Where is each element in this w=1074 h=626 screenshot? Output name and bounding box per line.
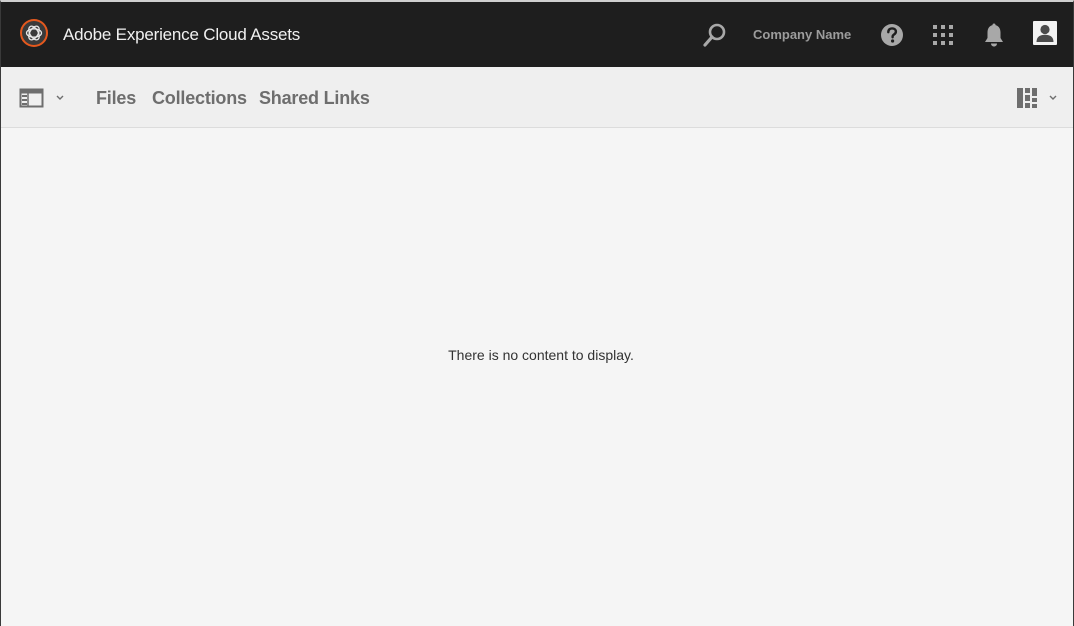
adobe-experience-cloud-logo-icon[interactable]	[20, 19, 48, 47]
view-switcher-icon	[1017, 88, 1057, 108]
company-name[interactable]: Company Name	[753, 27, 851, 42]
app-title[interactable]: Adobe Experience Cloud Assets	[63, 24, 300, 46]
view-switcher-button[interactable]	[1015, 87, 1061, 109]
nav-collections[interactable]: Collections	[152, 87, 247, 109]
rail-toggle-icon	[19, 88, 64, 108]
content-area: There is no content to display.	[1, 128, 1073, 626]
app-window: Adobe Experience Cloud Assets Company Na…	[0, 0, 1074, 626]
user-avatar-icon[interactable]	[1033, 21, 1057, 45]
empty-state-message: There is no content to display.	[448, 347, 634, 363]
help-icon[interactable]	[879, 22, 905, 48]
search-icon[interactable]	[702, 22, 728, 48]
nav-shared-links[interactable]: Shared Links	[259, 87, 370, 109]
rail-toggle-button[interactable]	[19, 87, 69, 109]
shell-header: Adobe Experience Cloud Assets Company Na…	[1, 2, 1073, 67]
action-bar: Files Collections Shared Links	[1, 67, 1073, 128]
bell-icon[interactable]	[981, 22, 1007, 48]
apps-grid-icon[interactable]	[930, 22, 956, 48]
nav-files[interactable]: Files	[96, 87, 136, 109]
